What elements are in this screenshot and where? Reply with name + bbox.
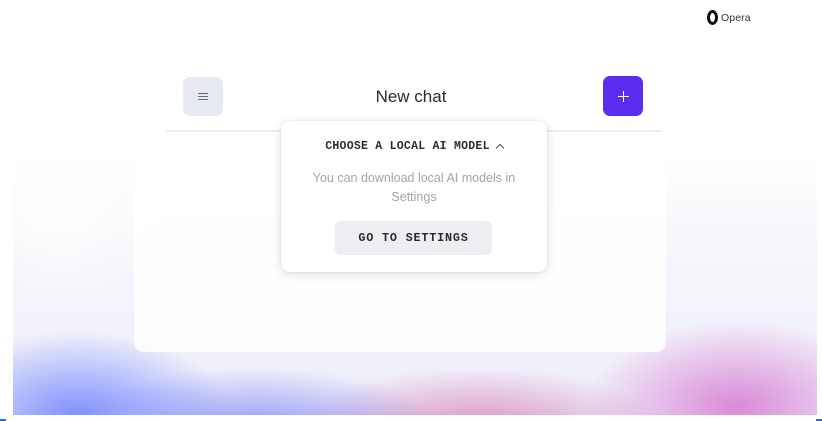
menu-button[interactable] — [183, 77, 223, 116]
hamburger-menu-icon — [198, 92, 208, 101]
brand-name: Opera — [721, 11, 751, 24]
plus-icon — [617, 90, 629, 102]
popover-title: CHOOSE A LOCAL AI MODEL — [325, 140, 490, 153]
go-to-settings-button[interactable]: GO TO SETTINGS — [335, 221, 492, 255]
model-selector-header[interactable]: CHOOSE A LOCAL AI MODEL — [281, 140, 547, 153]
go-to-settings-label: GO TO SETTINGS — [358, 231, 469, 245]
new-chat-button[interactable] — [603, 76, 643, 116]
popover-description: You can download local AI models in Sett… — [312, 171, 516, 204]
opera-logo-icon — [707, 10, 718, 25]
opera-brand: Opera — [707, 10, 751, 25]
chevron-up-icon — [495, 143, 504, 153]
local-model-popover: CHOOSE A LOCAL AI MODEL You can download… — [281, 121, 547, 272]
chat-title: New chat — [375, 87, 447, 106]
